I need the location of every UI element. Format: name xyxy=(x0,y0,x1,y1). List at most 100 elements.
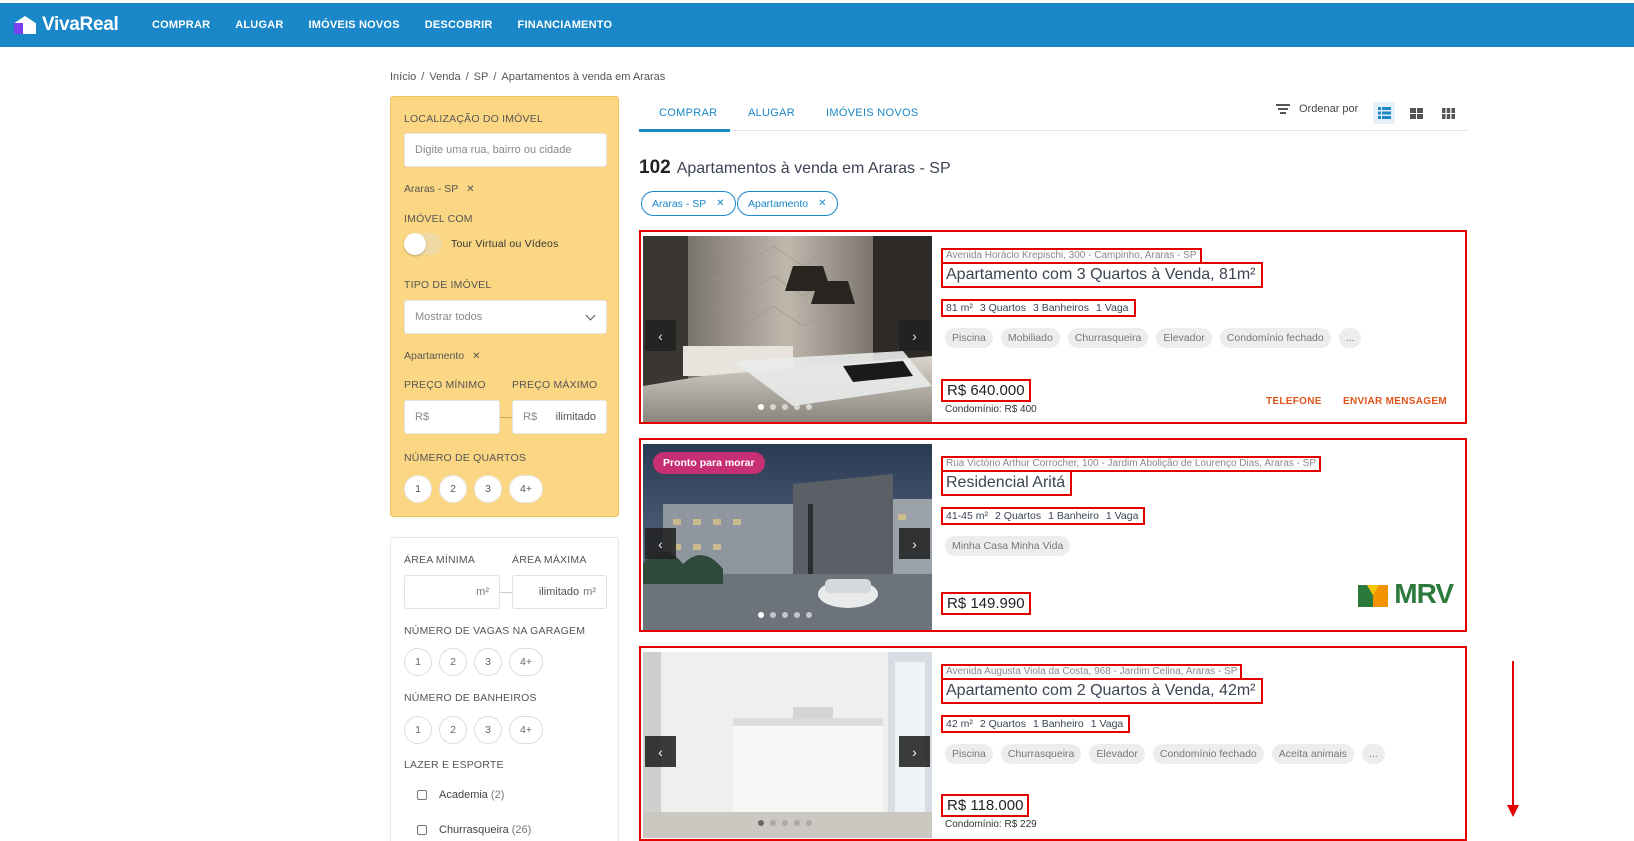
garage-1[interactable]: 1 xyxy=(404,648,432,676)
next-photo-button[interactable]: › xyxy=(899,320,930,351)
bathrooms-label: NÚMERO DE BANHEIROS xyxy=(404,692,537,704)
prev-photo-button[interactable]: ‹ xyxy=(645,736,676,767)
next-photo-button[interactable]: › xyxy=(899,528,930,559)
listing-condo-fee: Condomínio: R$ 400 xyxy=(945,404,1037,415)
vivareal-logo[interactable]: VivaReal xyxy=(14,14,132,36)
send-message-button[interactable]: ENVIAR MENSAGEM xyxy=(1343,396,1447,407)
max-price-input[interactable]: R$ ilimitado xyxy=(512,400,607,434)
filter-panel: LOCALIZAÇÃO DO IMÓVEL Digite uma rua, ba… xyxy=(390,96,619,517)
bathrooms-1[interactable]: 1 xyxy=(404,716,432,744)
max-area-unit: m² xyxy=(583,586,596,598)
active-filter-location[interactable]: Araras - SP ✕ xyxy=(641,191,736,216)
more-amenities[interactable]: ... xyxy=(1362,744,1385,764)
tab-comprar[interactable]: COMPRAR xyxy=(659,107,717,119)
breadcrumb-inicio[interactable]: Início xyxy=(390,71,416,83)
prev-photo-button[interactable]: ‹ xyxy=(645,320,676,351)
logo-text: VivaReal xyxy=(42,14,119,35)
sort-label: Ordenar por xyxy=(1299,103,1359,115)
listing-title[interactable]: Residencial Aritá xyxy=(941,470,1073,496)
listing-card[interactable]: Pronto para morar ‹ › Rua Victório Arthu… xyxy=(639,438,1467,632)
min-price-input[interactable]: R$ xyxy=(404,400,500,434)
bathrooms-4plus[interactable]: 4+ xyxy=(509,716,543,744)
mrv-logo[interactable]: MRV xyxy=(1358,578,1454,610)
bathrooms-2[interactable]: 2 xyxy=(439,716,467,744)
listing-title[interactable]: Apartamento com 2 Quartos à Venda, 42m² xyxy=(941,678,1263,704)
bedrooms-2[interactable]: 2 xyxy=(439,475,467,503)
bedrooms-3[interactable]: 3 xyxy=(474,475,502,503)
amenity-tag: Piscina xyxy=(945,328,993,348)
remove-type-icon[interactable]: ✕ xyxy=(472,351,480,362)
breadcrumb-sp[interactable]: SP xyxy=(474,71,489,83)
amenity-tag: Churrasqueira xyxy=(1000,744,1082,764)
sort-icon xyxy=(1276,104,1290,114)
more-amenities[interactable]: ... xyxy=(1338,328,1362,348)
feature-bathrooms: 1 Banheiro xyxy=(1032,718,1084,730)
listing-photo[interactable]: Pronto para morar ‹ › xyxy=(643,444,932,630)
nav-financiamento[interactable]: FINANCIAMENTO xyxy=(518,19,613,31)
nav-imoveis-novos[interactable]: IMÓVEIS NOVOS xyxy=(309,19,400,31)
feature-bathrooms: 1 Banheiro xyxy=(1048,510,1099,522)
amenity-tag: Condomínio fechado xyxy=(1152,744,1264,764)
sort-dropdown[interactable]: Ordenar por xyxy=(1276,103,1358,115)
garage-2[interactable]: 2 xyxy=(439,648,467,676)
prev-photo-button[interactable]: ‹ xyxy=(645,528,676,559)
list-view-icon[interactable] xyxy=(1373,102,1395,124)
type-select[interactable]: Mostrar todos xyxy=(404,300,607,334)
photo-pagination xyxy=(758,820,812,826)
phone-button[interactable]: TELEFONE xyxy=(1266,396,1322,407)
min-price-currency: R$ xyxy=(415,411,430,423)
feature-bedrooms: 2 Quartos xyxy=(979,718,1026,730)
breadcrumb-venda[interactable]: Venda xyxy=(429,71,460,83)
remove-location-icon[interactable]: ✕ xyxy=(466,184,474,195)
compact-grid-view-icon[interactable] xyxy=(1437,102,1459,124)
leisure-option-academia[interactable]: Academia (2) xyxy=(417,789,504,801)
feature-bedrooms: 3 Quartos xyxy=(979,302,1026,314)
bedrooms-4plus[interactable]: 4+ xyxy=(509,475,543,503)
listing-card[interactable]: ‹ › Avenida Augusta Viola da Costa, 968 … xyxy=(639,646,1467,841)
garage-3[interactable]: 3 xyxy=(474,648,502,676)
mrv-logo-text: MRV xyxy=(1394,578,1454,609)
type-label: TIPO DE IMÓVEL xyxy=(404,279,492,291)
results-title-text: Apartamentos à venda em Araras - SP xyxy=(676,160,951,177)
garage-label: NÚMERO DE VAGAS NA GARAGEM xyxy=(404,625,586,637)
type-chip: Apartamento ✕ xyxy=(404,350,481,362)
active-filter-type[interactable]: Apartamento ✕ xyxy=(737,191,838,216)
tour-label: Tour Virtual ou Vídeos xyxy=(451,238,559,250)
listing-title[interactable]: Apartamento com 3 Quartos à Venda, 81m² xyxy=(941,262,1263,288)
chevron-down-icon xyxy=(585,310,596,321)
listing-price: R$ 118.000 xyxy=(941,794,1030,817)
close-icon[interactable]: ✕ xyxy=(818,198,826,209)
amenity-tag: Elevador xyxy=(1089,744,1145,764)
mrv-logo-mark xyxy=(1358,585,1389,607)
close-icon[interactable]: ✕ xyxy=(716,198,724,209)
checkbox[interactable] xyxy=(417,825,427,835)
garage-4plus[interactable]: 4+ xyxy=(509,648,543,676)
leisure-option-churrasqueira[interactable]: Churrasqueira (26) xyxy=(417,824,531,836)
nav-comprar[interactable]: COMPRAR xyxy=(152,19,210,31)
nav-descobrir[interactable]: DESCOBRIR xyxy=(425,19,493,31)
nav-alugar[interactable]: ALUGAR xyxy=(235,19,283,31)
amenity-tags: Minha Casa Minha Vida xyxy=(945,536,1071,556)
listing-photo-image xyxy=(643,236,932,422)
min-area-input[interactable]: m² xyxy=(404,575,500,609)
max-price-label: PREÇO MÁXIMO xyxy=(512,379,598,391)
feature-parking: 1 Vaga xyxy=(1090,718,1124,730)
results-title: 102 Apartamentos à venda em Araras - SP xyxy=(639,157,951,179)
max-area-input[interactable]: ilimitado m² xyxy=(512,575,607,609)
checkbox[interactable] xyxy=(417,790,427,800)
tour-toggle[interactable] xyxy=(404,233,442,255)
bathrooms-3[interactable]: 3 xyxy=(474,716,502,744)
leisure-option-label: Churrasqueira xyxy=(439,824,509,836)
listing-photo[interactable]: ‹ › xyxy=(643,652,932,838)
feature-area: 81 m² xyxy=(946,302,973,314)
bedrooms-1[interactable]: 1 xyxy=(404,475,432,503)
next-photo-button[interactable]: › xyxy=(899,736,930,767)
tab-imoveis-novos[interactable]: IMÓVEIS NOVOS xyxy=(826,107,919,119)
with-label: IMÓVEL COM xyxy=(404,213,473,225)
listing-photo[interactable]: ‹ › xyxy=(643,236,932,422)
tab-alugar[interactable]: ALUGAR xyxy=(748,107,795,119)
listing-card[interactable]: ‹ › Avenida Horácio Krepischi, 300 - Cam… xyxy=(639,230,1467,424)
location-input[interactable]: Digite uma rua, bairro ou cidade xyxy=(404,133,607,167)
grid-view-icon[interactable] xyxy=(1405,102,1427,124)
amenity-tag: Elevador xyxy=(1156,328,1212,348)
